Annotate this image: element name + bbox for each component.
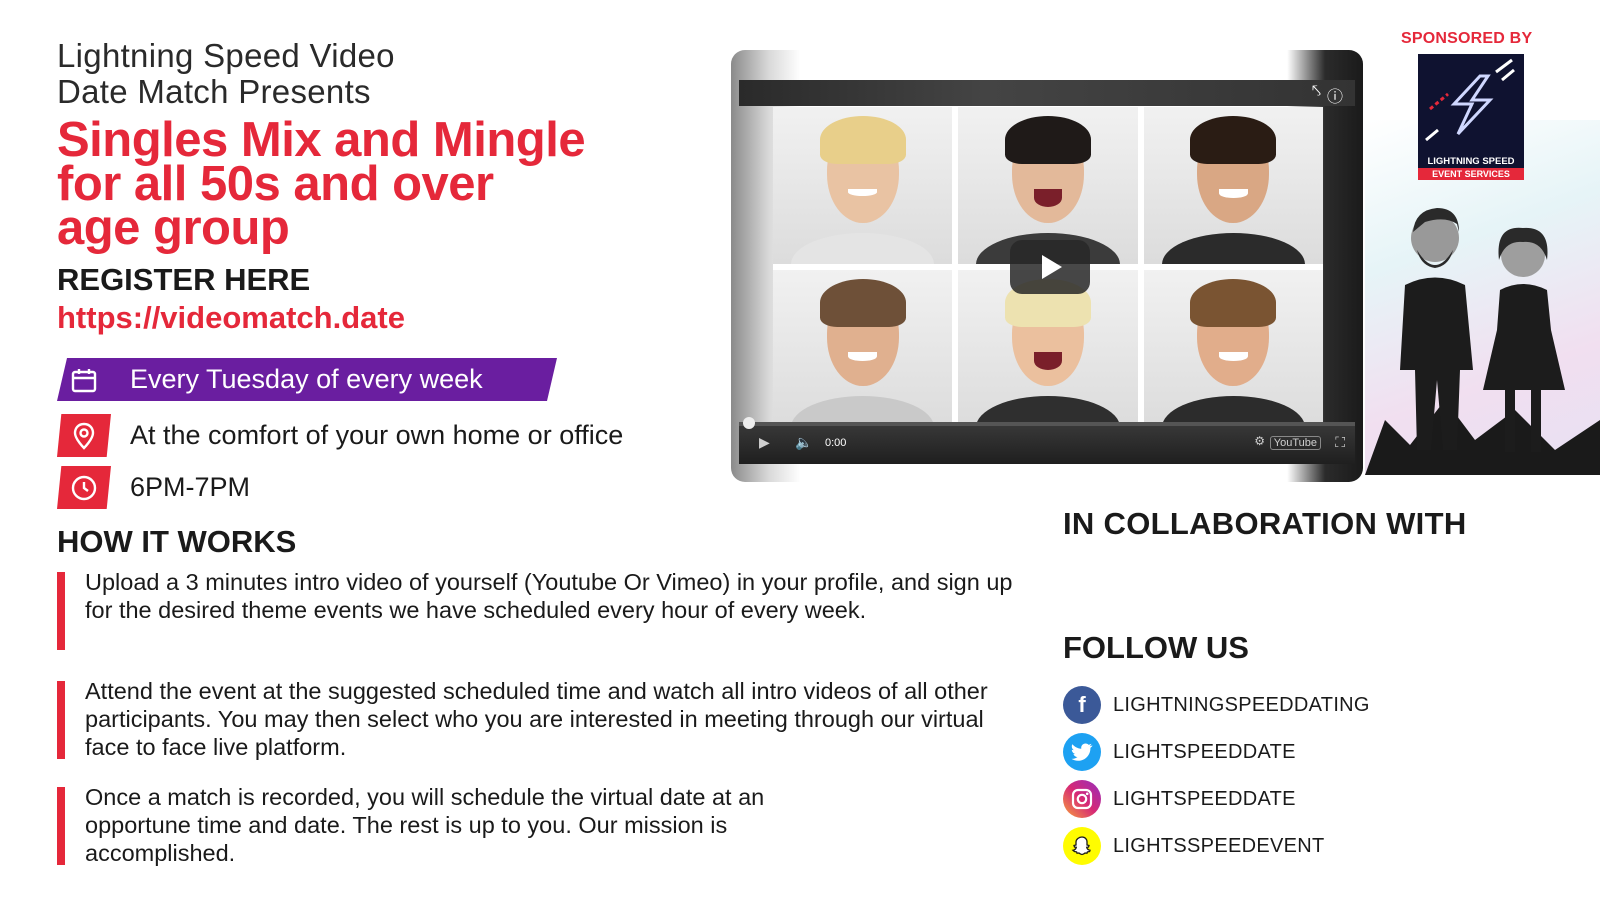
youtube-logo[interactable]: YouTube bbox=[1269, 436, 1321, 450]
location-pin-icon bbox=[57, 414, 111, 457]
info-icon[interactable]: ⓘ bbox=[1327, 83, 1343, 107]
volume-icon[interactable]: 🔈 bbox=[795, 434, 812, 451]
presenter-line-1: Lightning Speed Video bbox=[57, 37, 395, 74]
lightning-bolt-icon bbox=[1425, 58, 1515, 142]
step-accent-bar bbox=[57, 787, 65, 865]
follow-us-title: FOLLOW US bbox=[1063, 630, 1249, 665]
sponsor-brand-line-2: EVENT SERVICES bbox=[1418, 168, 1524, 180]
collaboration-title: IN COLLABORATION WITH bbox=[1063, 506, 1467, 541]
location-text: At the comfort of your own home or offic… bbox=[130, 420, 624, 450]
instagram-handle: LIGHTSPEEDDATE bbox=[1113, 787, 1296, 810]
step-item: Attend the event at the suggested schedu… bbox=[57, 677, 1017, 765]
register-label: REGISTER HERE bbox=[57, 262, 311, 297]
snapchat-handle: LIGHTSSPEEDEVENT bbox=[1113, 834, 1325, 857]
sponsor-brand-line-1: LIGHTNING SPEED bbox=[1427, 156, 1515, 167]
scrubber-handle[interactable] bbox=[743, 417, 755, 429]
event-headline: Singles Mix and Mingle for all 50s and o… bbox=[57, 113, 697, 255]
social-link-snapchat[interactable]: LIGHTSSPEEDEVENT bbox=[1063, 827, 1325, 865]
presenter-line-2: Date Match Presents bbox=[57, 73, 371, 110]
participant-face bbox=[1143, 107, 1323, 264]
presenter-text: Lightning Speed Video Date Match Present… bbox=[57, 38, 617, 110]
register-link[interactable]: https://videomatch.date bbox=[57, 300, 405, 336]
video-top-bar: ⤣ ⓘ bbox=[739, 80, 1355, 106]
twitter-icon bbox=[1063, 733, 1101, 771]
step-item: Once a match is recorded, you will sched… bbox=[57, 783, 1017, 871]
instagram-icon bbox=[1063, 780, 1101, 818]
step-accent-bar bbox=[57, 681, 65, 759]
headline-line-1: Singles Mix and Mingle bbox=[57, 113, 586, 167]
step-text: Upload a 3 minutes intro video of yourse… bbox=[85, 569, 1013, 623]
headline-line-2: for all 50s and over bbox=[57, 157, 494, 211]
participant-face bbox=[773, 107, 953, 264]
social-link-twitter[interactable]: LIGHTSPEEDDATE bbox=[1063, 733, 1296, 771]
calendar-icon bbox=[57, 358, 111, 401]
social-link-instagram[interactable]: LIGHTSPEEDDATE bbox=[1063, 780, 1296, 818]
play-button[interactable] bbox=[1010, 240, 1090, 294]
twitter-handle: LIGHTSPEEDDATE bbox=[1113, 740, 1296, 763]
sponsored-by-label: SPONSORED BY bbox=[1401, 30, 1533, 47]
settings-icon[interactable]: ⚙ bbox=[1254, 434, 1265, 448]
time-text: 6PM-7PM bbox=[130, 472, 251, 502]
snapchat-icon bbox=[1063, 827, 1101, 865]
video-player[interactable]: ⤣ ⓘ ▶ 🔈 0:00 ⚙ YouTube ⛶ bbox=[731, 50, 1363, 482]
social-link-facebook[interactable]: f LIGHTNINGSPEEDDATING bbox=[1063, 686, 1370, 724]
facebook-handle: LIGHTNINGSPEEDDATING bbox=[1113, 693, 1370, 716]
step-item: Upload a 3 minutes intro video of yourse… bbox=[57, 568, 1017, 656]
sponsor-logo[interactable]: LIGHTNING SPEED EVENT SERVICES bbox=[1418, 54, 1524, 180]
step-text: Attend the event at the suggested schedu… bbox=[85, 678, 988, 760]
facebook-icon: f bbox=[1063, 686, 1101, 724]
video-controls: ▶ 🔈 0:00 ⚙ YouTube ⛶ bbox=[739, 417, 1355, 464]
video-time: 0:00 bbox=[825, 437, 847, 449]
step-accent-bar bbox=[57, 572, 65, 650]
step-text: Once a match is recorded, you will sched… bbox=[85, 784, 765, 866]
participant-face bbox=[1143, 270, 1323, 427]
participant-face bbox=[773, 270, 953, 427]
fullscreen-icon[interactable]: ⛶ bbox=[1335, 434, 1345, 451]
how-it-works-title: HOW IT WORKS bbox=[57, 524, 297, 559]
play-small-icon[interactable]: ▶ bbox=[759, 434, 770, 451]
schedule-text: Every Tuesday of every week bbox=[130, 364, 483, 394]
headline-line-3: age group bbox=[57, 201, 290, 255]
progress-track[interactable] bbox=[739, 422, 1355, 426]
share-icon[interactable]: ⤣ bbox=[1312, 83, 1321, 101]
clock-icon bbox=[57, 466, 111, 509]
